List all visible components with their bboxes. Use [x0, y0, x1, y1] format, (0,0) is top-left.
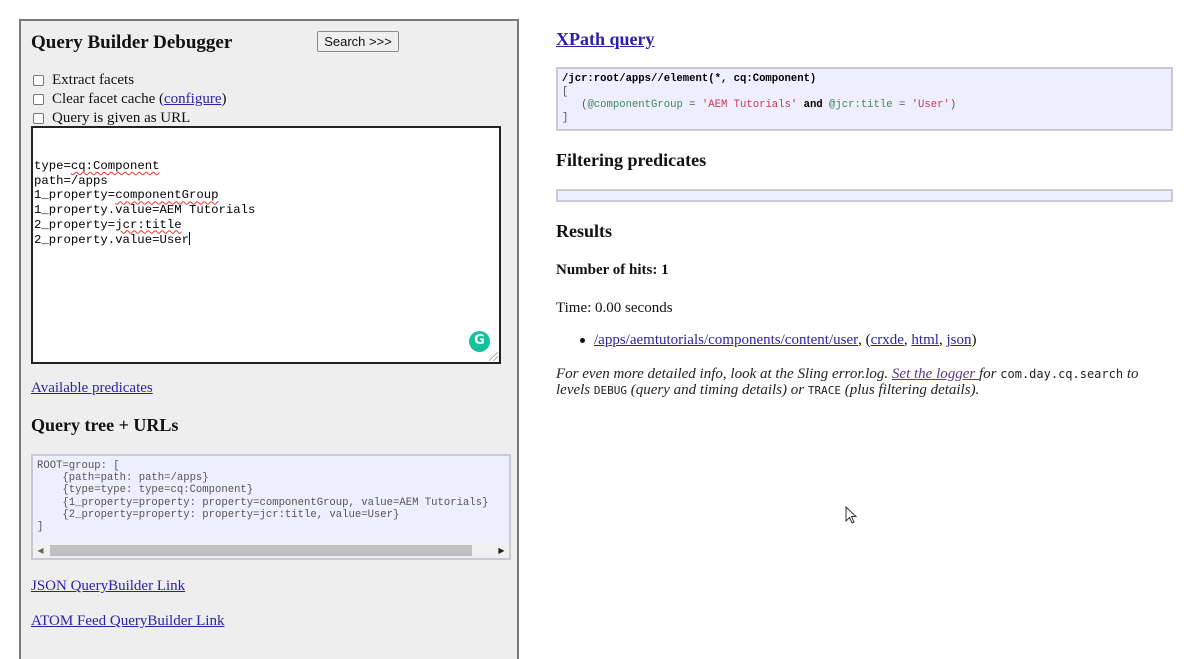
clear-facet-cache-label: Clear facet cache ( — [52, 91, 164, 107]
available-predicates-link[interactable]: Available predicates — [31, 380, 153, 397]
query-line-key: 1_property.value=AEM Tutorials — [34, 202, 256, 217]
horizontal-scrollbar[interactable]: ◀ ▶ — [33, 543, 509, 558]
scroll-right-icon[interactable]: ▶ — [494, 543, 509, 558]
result-list-item: /apps/aemtutorials/components/content/us… — [580, 332, 976, 349]
results-panel: XPath query /jcr:root/apps//element(*, c… — [556, 0, 1196, 638]
option-extract-facets[interactable]: Extract facets — [33, 71, 226, 90]
xpath-value-aem-tutorials: 'AEM Tutorials' — [701, 99, 798, 111]
query-line-key: 1_property= — [34, 188, 116, 203]
scroll-left-icon[interactable]: ◀ — [33, 543, 48, 558]
note-text-2: for — [979, 366, 1001, 382]
crxde-link[interactable]: crxde — [871, 332, 904, 349]
xpath-eq-2: = — [892, 99, 912, 111]
clear-facet-cache-checkbox[interactable] — [33, 94, 44, 105]
query-line-value: jcr:title — [115, 217, 182, 232]
query-line-key: path=/apps — [34, 173, 108, 188]
extract-facets-label: Extract facets — [52, 72, 135, 88]
filtering-predicates-box — [556, 189, 1173, 202]
query-builder-panel: Query Builder Debugger Search >>> Extrac… — [19, 19, 519, 659]
text-caret — [188, 232, 190, 246]
query-line: path=/apps — [34, 174, 498, 189]
configure-link[interactable]: configure — [164, 90, 221, 109]
query-line-key: 2_property.value=User — [34, 233, 189, 248]
trace-level: TRACE — [807, 384, 841, 397]
xpath-attr-component-group: @componentGroup — [587, 99, 683, 111]
filtering-predicates-heading: Filtering predicates — [556, 150, 707, 170]
query-line: type=cq:Component — [34, 159, 498, 174]
set-logger-link[interactable]: Set the logger — [892, 366, 979, 382]
query-line-value: cq:Component — [70, 159, 160, 174]
note-text-4: (query and timing details) or — [627, 382, 808, 398]
query-line: 2_property=jcr:title — [34, 218, 498, 233]
html-link[interactable]: html — [911, 332, 939, 349]
query-line: 1_property.value=AEM Tutorials — [34, 203, 498, 218]
query-as-url-checkbox[interactable] — [33, 113, 44, 124]
debug-level: DEBUG — [593, 384, 628, 397]
xpath-query-link[interactable]: XPath query — [556, 29, 655, 50]
xpath-line-1: /jcr:root/apps//element(*, cq:Component) — [562, 73, 817, 85]
result-separator: , ( — [858, 332, 871, 348]
logging-note: For even more detailed info, look at the… — [556, 366, 1156, 399]
json-querybuilder-link[interactable]: JSON QueryBuilder Link — [31, 578, 185, 595]
options-list: Extract facets Clear facet cache (config… — [33, 71, 226, 128]
json-link[interactable]: json — [946, 332, 971, 349]
query-line-key: 2_property= — [34, 217, 116, 232]
xpath-value-user: 'User' — [911, 99, 950, 111]
results-heading: Results — [556, 221, 613, 241]
query-line: 2_property.value=User — [34, 232, 498, 248]
atom-feed-querybuilder-link[interactable]: ATOM Feed QueryBuilder Link — [31, 613, 224, 630]
query-line-key: type= — [34, 159, 71, 174]
extract-facets-checkbox[interactable] — [33, 75, 44, 86]
result-end: ) — [971, 332, 977, 348]
query-line-value: componentGroup — [115, 188, 219, 203]
xpath-close-paren: ) — [949, 99, 957, 111]
grammarly-icon[interactable]: G — [469, 331, 490, 352]
query-time: Time: 0.00 seconds — [556, 300, 673, 316]
logger-package: com.day.cq.search — [1000, 367, 1124, 381]
xpath-eq: = — [682, 99, 702, 111]
page-title: Query Builder Debugger — [31, 32, 233, 53]
note-text-1: For even more detailed info, look at the… — [556, 366, 892, 382]
query-tree-text: ROOT=group: [ {path=path: path=/apps} {t… — [37, 460, 489, 534]
clear-facet-cache-label-end: ) — [221, 91, 227, 107]
xpath-attr-jcr-title: @jcr:title — [829, 99, 893, 111]
bullet-icon — [580, 338, 585, 343]
option-clear-facet-cache[interactable]: Clear facet cache (configure) — [33, 90, 226, 109]
number-of-hits: Number of hits: 1 — [556, 262, 669, 278]
note-text-5: (plus filtering details). — [840, 382, 980, 398]
xpath-indent: ( — [562, 99, 588, 111]
mouse-cursor-icon — [845, 506, 858, 524]
resize-grip-icon[interactable] — [489, 352, 498, 361]
xpath-open-bracket: [ — [562, 86, 569, 98]
search-button[interactable]: Search >>> — [317, 31, 399, 52]
xpath-and: and — [797, 99, 830, 111]
query-line: 1_property=componentGroup — [34, 188, 498, 203]
query-lines: type=cq:Component path=/apps 1_property=co… — [34, 159, 498, 248]
result-path-link[interactable]: /apps/aemtutorials/components/content/us… — [594, 332, 858, 349]
xpath-close-bracket: ] — [562, 112, 569, 124]
query-textarea[interactable]: type=cq:Component path=/apps 1_property=co… — [31, 126, 501, 364]
scrollbar-thumb[interactable] — [50, 545, 472, 556]
xpath-query-box: /jcr:root/apps//element(*, cq:Component)… — [556, 67, 1173, 131]
query-tree-heading: Query tree + URLs — [31, 415, 179, 435]
query-tree-box: ROOT=group: [ {path=path: path=/apps} {t… — [31, 454, 511, 560]
